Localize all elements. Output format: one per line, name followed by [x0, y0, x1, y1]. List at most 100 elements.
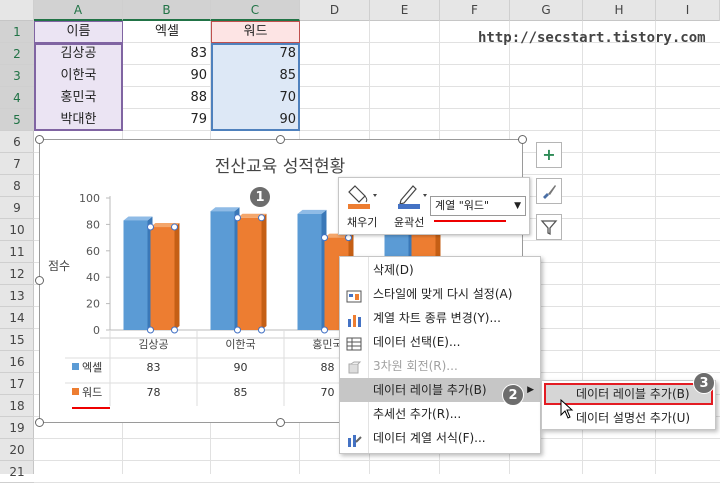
- column-header-f[interactable]: F: [440, 0, 510, 21]
- row-header-5[interactable]: 5: [0, 109, 34, 131]
- chart-handle-top-right[interactable]: [518, 135, 527, 144]
- context-menu-item-5: 3차원 회전(R)...: [340, 354, 540, 378]
- row-header-7[interactable]: 7: [0, 153, 34, 175]
- chart-filters-button[interactable]: [536, 214, 562, 240]
- row-header-9[interactable]: 9: [0, 197, 34, 219]
- row-header-14[interactable]: 14: [0, 307, 34, 329]
- bar-top-엑셀-이한국: [210, 207, 240, 212]
- context-menu-item-label: 추세선 추가(R)...: [373, 407, 462, 421]
- format-series-icon: [346, 431, 362, 447]
- chart-elements-button[interactable]: +: [536, 142, 562, 168]
- row-header-2[interactable]: 2: [0, 43, 34, 65]
- context-menu-item-8[interactable]: 데이터 계열 서식(F)...: [340, 426, 540, 450]
- table-series-name: 엑셀: [82, 361, 102, 374]
- chart-styles-button[interactable]: [536, 178, 562, 204]
- column-header-b[interactable]: B: [123, 0, 211, 21]
- context-menu-item-label: 데이터 선택(E)...: [373, 335, 461, 349]
- y-tick-label: 80: [86, 218, 100, 231]
- chart-handle-left[interactable]: [35, 276, 44, 285]
- bar-엑셀-이한국: [210, 211, 235, 330]
- row-header-6[interactable]: 6: [0, 131, 34, 153]
- context-menu-item-3[interactable]: 계열 차트 종류 변경(Y)...: [340, 306, 540, 330]
- column-header-g[interactable]: G: [510, 0, 583, 21]
- row-header-20[interactable]: 20: [0, 439, 34, 461]
- chart-handle-top-left[interactable]: [35, 135, 44, 144]
- bar-selection-handle: [345, 234, 352, 242]
- row-header-bar: 1 2 3 4 5 6 7 8 9 10 11 12 13 14 15 16 17 18 19 20 21: [0, 21, 34, 483]
- table-series-name: 워드: [82, 386, 102, 399]
- row-header-3[interactable]: 3: [0, 65, 34, 87]
- reset-style-icon: [346, 287, 362, 303]
- row-header-4[interactable]: 4: [0, 87, 34, 109]
- chart-type-icon: [346, 311, 362, 327]
- context-menu-item-label: 삭제(D): [373, 263, 414, 277]
- brush-icon: [543, 185, 556, 199]
- column-header-e[interactable]: E: [370, 0, 440, 21]
- context-menu-item-4[interactable]: 데이터 선택(E)...: [340, 330, 540, 354]
- column-header-c[interactable]: C: [211, 0, 300, 21]
- cell-b2[interactable]: 83: [123, 43, 211, 65]
- y-tick-label: 20: [86, 298, 100, 311]
- plus-icon: +: [542, 145, 556, 164]
- cell-b4[interactable]: 88: [123, 87, 211, 109]
- row-header-15[interactable]: 15: [0, 329, 34, 351]
- range-highlight-names: [34, 43, 123, 131]
- bar-selection-handle: [147, 223, 154, 231]
- series-select[interactable]: 계열 "워드" ▼: [430, 196, 526, 216]
- row-header-13[interactable]: 13: [0, 285, 34, 307]
- bar-selection-handle: [258, 326, 265, 334]
- context-menu-item-1[interactable]: 삭제(D): [340, 258, 540, 282]
- cell-b3[interactable]: 90: [123, 65, 211, 87]
- bar-워드-김상공: [150, 227, 175, 330]
- row-header-21[interactable]: 21: [0, 461, 34, 483]
- red-underline-series: [434, 220, 506, 222]
- row-header-16[interactable]: 16: [0, 351, 34, 373]
- column-header-h[interactable]: H: [583, 0, 656, 21]
- fill-label: 채우기: [347, 216, 378, 229]
- select-all-corner[interactable]: [0, 0, 34, 21]
- bar-selection-handle: [321, 326, 328, 334]
- step-badge-2: 2: [502, 384, 524, 406]
- mouse-cursor-icon: [560, 399, 574, 419]
- bar-selection-handle: [321, 234, 328, 242]
- row-header-1[interactable]: 1: [0, 21, 34, 43]
- column-header-d[interactable]: D: [300, 0, 370, 21]
- row-header-11[interactable]: 11: [0, 241, 34, 263]
- bar-워드-이한국: [237, 217, 262, 330]
- context-menu-item-2[interactable]: 스타일에 맞게 다시 설정(A): [340, 282, 540, 306]
- column-header-a[interactable]: A: [34, 0, 123, 21]
- data-select-icon: [346, 335, 362, 351]
- range-highlight-name-header: [34, 21, 123, 43]
- chart-handle-bottom[interactable]: [276, 418, 285, 427]
- cell-b1[interactable]: 엑셀: [123, 21, 211, 43]
- y-tick-label: 60: [86, 245, 100, 258]
- table-value: 83: [147, 361, 161, 374]
- row-header-19[interactable]: 19: [0, 417, 34, 439]
- bar-selection-handle: [234, 326, 241, 334]
- table-value: 78: [147, 386, 161, 399]
- bar-top-엑셀-홍민국: [297, 209, 327, 214]
- y-tick-label: 40: [86, 271, 100, 284]
- context-menu-item-label: 3차원 회전(R)...: [373, 359, 458, 373]
- step-badge-1: 1: [249, 186, 271, 208]
- step-badge-3: 3: [693, 372, 715, 394]
- outline-button[interactable]: [395, 182, 431, 210]
- bar-selection-handle: [171, 326, 178, 334]
- row-header-12[interactable]: 12: [0, 263, 34, 285]
- fill-button[interactable]: [345, 182, 381, 210]
- row-header-17[interactable]: 17: [0, 373, 34, 395]
- chart-handle-bottom-left[interactable]: [35, 418, 44, 427]
- blog-url-text: http://secstart.tistory.com: [478, 30, 706, 46]
- grid-hline: [34, 460, 720, 461]
- chart-handle-top[interactable]: [276, 135, 285, 144]
- format-mini-toolbar: 채우기 윤곽선 계열 "워드" ▼: [338, 177, 530, 235]
- context-menu-item-label: 데이터 계열 서식(F)...: [373, 431, 486, 445]
- bar-엑셀-김상공: [123, 220, 148, 330]
- row-header-10[interactable]: 10: [0, 219, 34, 241]
- column-header-i[interactable]: I: [656, 0, 720, 21]
- row-header-8[interactable]: 8: [0, 175, 34, 197]
- bar-selection-handle: [258, 214, 265, 222]
- bar-side-워드-이한국: [261, 213, 267, 330]
- cell-b5[interactable]: 79: [123, 109, 211, 131]
- row-header-18[interactable]: 18: [0, 395, 34, 417]
